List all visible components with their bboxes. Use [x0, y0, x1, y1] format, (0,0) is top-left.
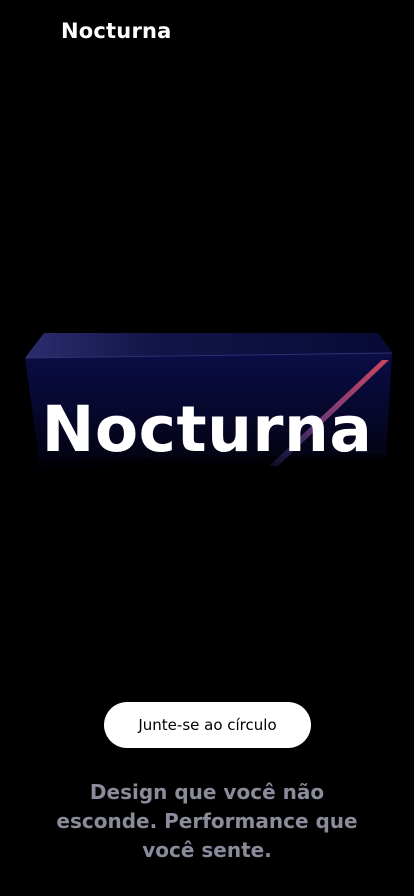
brand-logo[interactable]: Nocturna [61, 17, 172, 45]
landing-page: Nocturna Nocturna Junte-se ao círculo De… [0, 0, 414, 896]
hero-title: Nocturna [41, 393, 373, 466]
join-circle-button[interactable]: Junte-se ao círculo [104, 702, 311, 748]
tagline: Design que você não esconde. Performance… [56, 780, 358, 862]
